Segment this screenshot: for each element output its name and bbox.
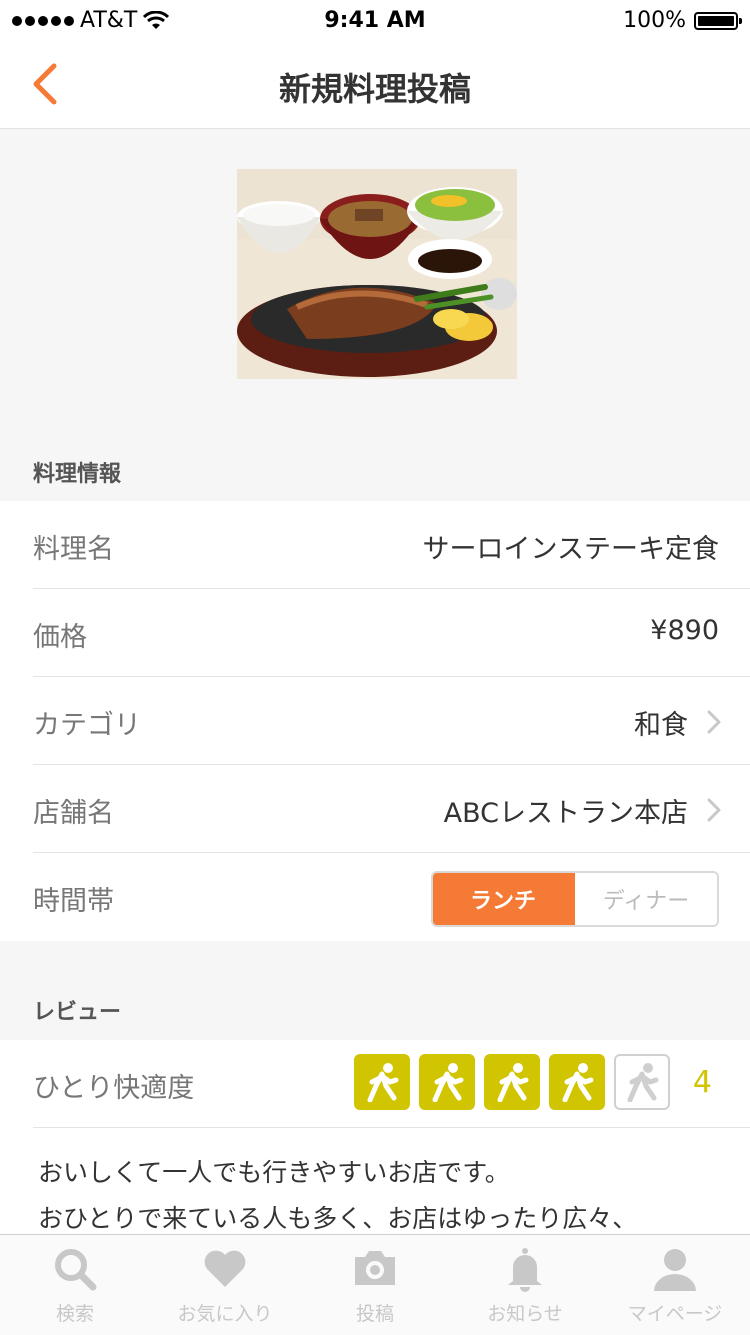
navigation-bar: 新規料理投稿 <box>0 40 750 129</box>
shop-value: ABCレストラン本店 <box>443 798 688 829</box>
price-label: 価格 <box>33 622 87 653</box>
chevron-right-icon <box>707 710 721 734</box>
time-slot-label: 時間帯 <box>33 886 114 917</box>
tab-bar: 検索 お気に入り 投稿 お知らせ マイページ <box>0 1234 750 1335</box>
search-icon <box>55 1249 97 1291</box>
battery-percent: 100% <box>623 8 686 33</box>
tab-label: お知らせ <box>487 1303 563 1325</box>
dish-info-group: 料理名 サーロインステーキ定食 価格 ¥890 カテゴリ 和食 店舗名 ABCレ… <box>0 501 750 941</box>
tab-label: マイページ <box>627 1303 723 1325</box>
walker-icon[interactable] <box>353 1054 410 1110</box>
category-row[interactable]: カテゴリ 和食 <box>33 677 750 765</box>
dish-info-header: 料理情報 <box>33 462 122 487</box>
review-text-line: おいしくて一人でも行きやすいお店です。 <box>38 1158 510 1187</box>
battery-icon <box>694 11 742 30</box>
camera-icon <box>355 1251 395 1285</box>
walker-icon[interactable] <box>548 1054 605 1110</box>
walker-icon[interactable] <box>613 1054 670 1110</box>
tab-label: 検索 <box>55 1303 94 1325</box>
comfort-rating[interactable]: 4 <box>353 1054 712 1110</box>
tab-search[interactable]: 検索 <box>0 1235 150 1335</box>
status-bar: AT&T 9:41 AM 100% <box>0 0 750 40</box>
tab-label: 投稿 <box>355 1303 394 1325</box>
time-slot-segmented-control[interactable]: ランチ ディナー <box>431 871 719 927</box>
comfort-row: ひとり快適度 4 <box>33 1040 750 1128</box>
tab-post[interactable]: 投稿 <box>300 1235 450 1335</box>
dish-name-row[interactable]: 料理名 サーロインステーキ定食 <box>33 501 750 589</box>
category-label: カテゴリ <box>33 710 141 741</box>
segment-lunch[interactable]: ランチ <box>433 873 575 925</box>
heart-icon <box>204 1250 246 1287</box>
walker-icon[interactable] <box>483 1054 540 1110</box>
review-text[interactable]: おいしくて一人でも行きやすいお店です。 おひとりで来ている人も多く、お店はゆった… <box>38 1150 738 1242</box>
chevron-right-icon <box>707 798 721 822</box>
tab-favorites[interactable]: お気に入り <box>150 1235 300 1335</box>
comfort-score: 4 <box>692 1064 712 1100</box>
battery-status: 100% <box>623 8 742 33</box>
comfort-label: ひとり快適度 <box>33 1073 195 1104</box>
dish-photo[interactable] <box>237 169 517 379</box>
shop-row[interactable]: 店舗名 ABCレストラン本店 <box>33 765 750 853</box>
segment-dinner[interactable]: ディナー <box>575 873 717 925</box>
price-row[interactable]: 価格 ¥890 <box>33 589 750 677</box>
tab-mypage[interactable]: マイページ <box>600 1235 750 1335</box>
dish-name-label: 料理名 <box>33 534 114 565</box>
price-value[interactable]: ¥890 <box>650 615 719 646</box>
dish-name-value[interactable]: サーロインステーキ定食 <box>423 527 719 566</box>
review-group: ひとり快適度 4 <box>0 1040 750 1128</box>
review-header: レビュー <box>33 1000 122 1025</box>
tab-notifications[interactable]: お知らせ <box>450 1235 600 1335</box>
user-icon <box>654 1249 696 1291</box>
category-value: 和食 <box>634 710 688 741</box>
page-title: 新規料理投稿 <box>278 70 471 108</box>
shop-label: 店舗名 <box>33 798 114 829</box>
photo-area <box>0 129 750 439</box>
tab-label: お気に入り <box>177 1303 273 1325</box>
bell-icon <box>508 1248 542 1292</box>
walker-icon[interactable] <box>418 1054 475 1110</box>
time-slot-row: 時間帯 ランチ ディナー <box>33 853 750 941</box>
